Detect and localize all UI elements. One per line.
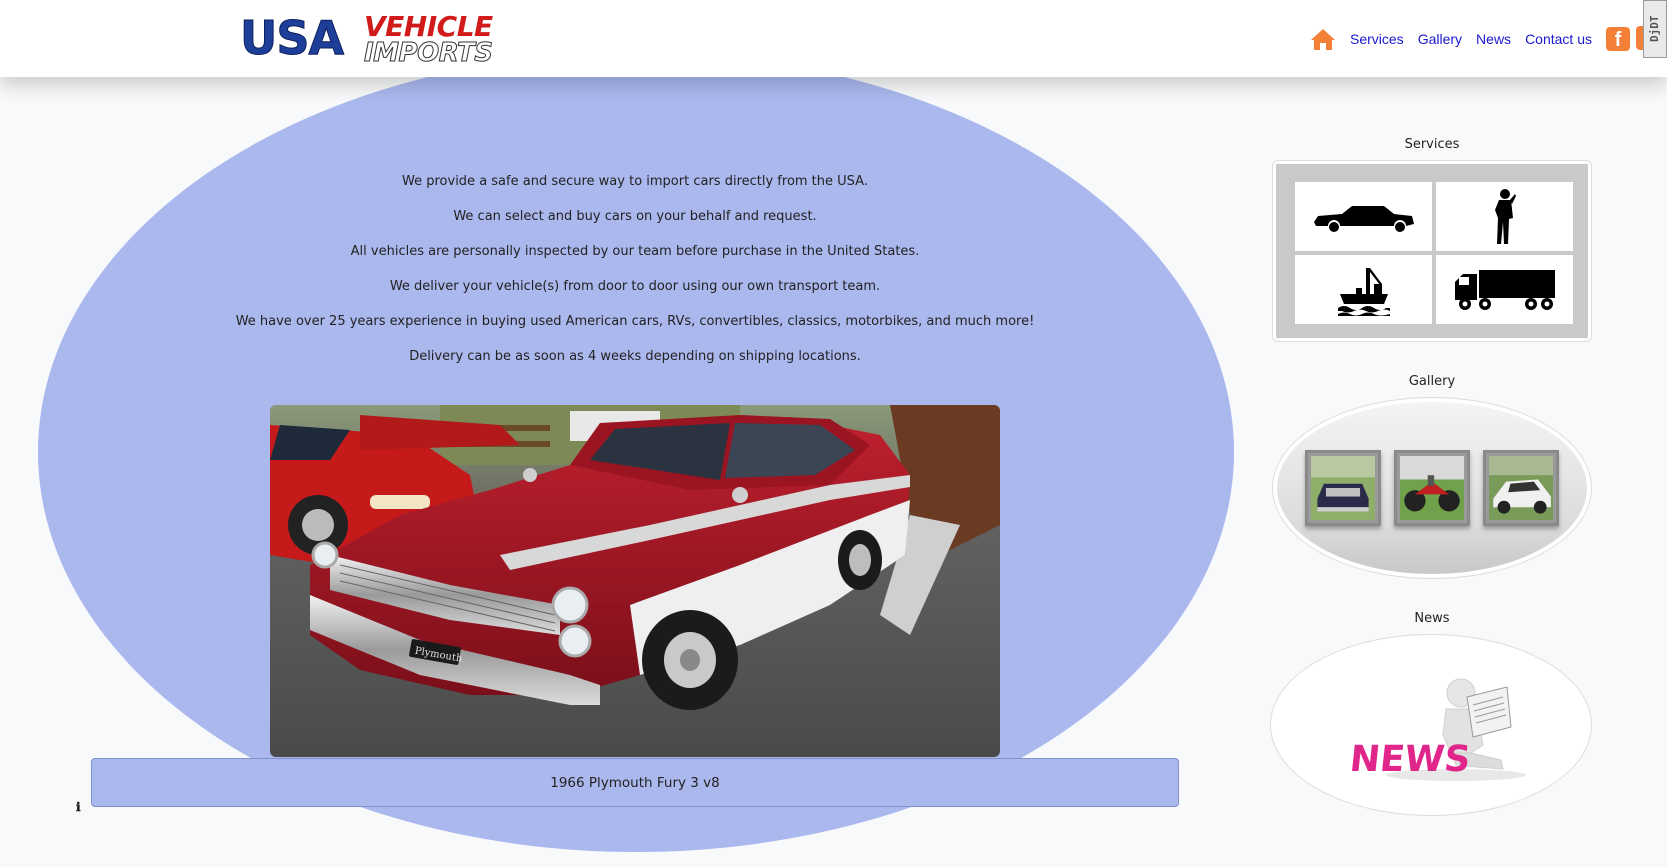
intro-line: We provide a safe and secure way to impo…	[402, 174, 868, 189]
nav-services-link[interactable]: Services	[1350, 31, 1404, 47]
main-nav: Services Gallery News Contact us f	[1310, 26, 1630, 52]
nav-contact-link[interactable]: Contact us	[1525, 31, 1592, 47]
gallery-section-title: Gallery	[1408, 374, 1456, 389]
car-silhouette-icon	[1313, 205, 1414, 232]
news-reader-illustration: NEWS	[1348, 678, 1526, 781]
service-tile-car[interactable]	[1295, 182, 1432, 251]
gallery-wall-image	[1277, 402, 1587, 574]
featured-car-photo[interactable]: Plymouth	[270, 405, 1000, 757]
gallery-card[interactable]	[1272, 397, 1592, 579]
intro-line: Delivery can be as soon as 4 weeks depen…	[409, 349, 861, 364]
facebook-icon[interactable]: f	[1606, 27, 1630, 51]
service-tile-shipping[interactable]	[1295, 255, 1432, 324]
intro-line: All vehicles are personally inspected by…	[350, 244, 920, 259]
person-silhouette-icon	[1494, 188, 1516, 244]
ship-port-icon	[1337, 267, 1390, 316]
intro-line: We have over 25 years experience in buyi…	[235, 314, 1035, 329]
debug-toolbar-handle[interactable]: DjDT	[1643, 0, 1667, 58]
nav-gallery-link[interactable]: Gallery	[1418, 31, 1462, 47]
news-image-text: NEWS	[1348, 738, 1473, 780]
truck-icon	[1454, 269, 1555, 310]
logo-imports-text: IMPORTS	[364, 38, 494, 68]
intro-line: We deliver your vehicle(s) from door to …	[389, 279, 881, 294]
intro-text: We provide a safe and secure way to impo…	[180, 172, 1090, 382]
gallery-frame-sportscar	[1483, 450, 1559, 526]
gallery-frame-car	[1305, 450, 1381, 526]
services-section-title: Services	[1404, 137, 1460, 152]
news-card[interactable]: NEWS	[1270, 634, 1592, 816]
info-icon[interactable]: ℹ	[76, 800, 81, 814]
gallery-frame-trike	[1394, 450, 1470, 526]
site-header: USA VEHICLE IMPORTS Services Gallery New…	[0, 0, 1667, 77]
service-tile-transport[interactable]	[1436, 255, 1573, 324]
services-grid	[1276, 164, 1588, 338]
photo-caption: 1966 Plymouth Fury 3 v8	[91, 758, 1179, 807]
nav-news-link[interactable]: News	[1476, 31, 1511, 47]
intro-line: We can select and buy cars on your behal…	[453, 209, 817, 224]
news-section-title: News	[1414, 611, 1450, 626]
services-card[interactable]	[1272, 160, 1592, 342]
logo-usa-text: USA	[239, 11, 344, 65]
site-logo[interactable]: USA VEHICLE IMPORTS	[239, 11, 500, 68]
home-icon[interactable]	[1310, 27, 1336, 51]
service-tile-inspector[interactable]	[1436, 182, 1573, 251]
